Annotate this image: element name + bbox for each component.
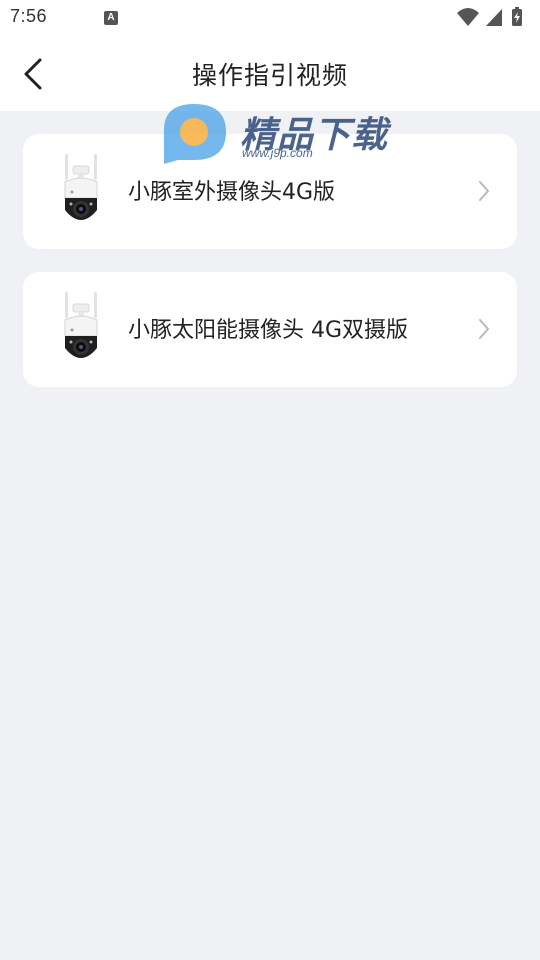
status-icons xyxy=(456,6,532,28)
notification-a-icon: A xyxy=(104,11,118,25)
chevron-right-icon xyxy=(479,319,489,339)
watermark: 精品下载 www.j9p.com xyxy=(160,100,390,170)
chevron-right-icon xyxy=(479,181,489,201)
list-item-label: 小豚太阳能摄像头 4G双摄版 xyxy=(128,318,409,343)
watermark-logo-icon xyxy=(164,104,226,164)
status-bar: 7:56 A xyxy=(0,0,540,36)
status-time: 7:56 xyxy=(10,6,48,26)
list-item-solar-camera-4g-dual[interactable]: 小豚太阳能摄像头 4G双摄版 xyxy=(23,272,517,387)
signal-icon xyxy=(486,9,502,26)
battery-charging-icon xyxy=(512,7,522,26)
watermark-url: www.j9p.com xyxy=(242,146,313,160)
camera-icon xyxy=(64,154,98,220)
wifi-icon xyxy=(457,8,479,26)
list-item-label: 小豚室外摄像头4G版 xyxy=(128,180,336,205)
page-title: 操作指引视频 xyxy=(191,61,348,90)
camera-icon xyxy=(64,292,98,358)
